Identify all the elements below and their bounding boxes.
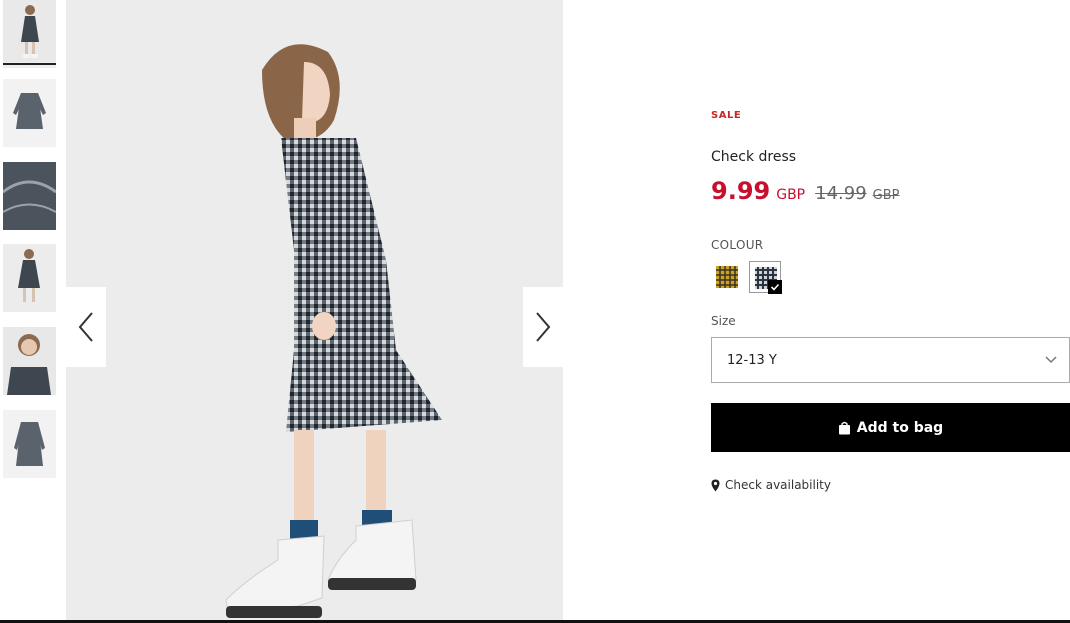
size-select[interactable]: 12-13 Y xyxy=(711,337,1070,383)
thumbnail-4[interactable] xyxy=(3,244,56,312)
previous-image-button[interactable] xyxy=(66,287,106,367)
check-availability-link[interactable]: Check availability xyxy=(711,478,831,492)
sale-badge: SALE xyxy=(711,110,742,121)
main-product-image xyxy=(66,0,563,623)
chevron-down-icon xyxy=(1045,356,1057,364)
size-selected-value: 12-13 Y xyxy=(727,353,777,368)
colour-swatch-yellow-check[interactable] xyxy=(711,261,743,293)
check-availability-label: Check availability xyxy=(725,478,831,492)
selected-checkmark xyxy=(768,280,782,294)
next-image-button[interactable] xyxy=(523,287,563,367)
original-price: 14.99 xyxy=(815,183,867,204)
chevron-right-icon xyxy=(536,312,551,342)
current-price: 9.99 xyxy=(711,177,771,205)
thumbnail-gallery xyxy=(0,0,60,623)
add-to-bag-button[interactable]: Add to bag xyxy=(711,403,1070,452)
product-title: Check dress xyxy=(711,149,797,165)
price-row: 9.99 GBP 14.99 GBP xyxy=(711,177,900,205)
yellow-check-pattern xyxy=(716,266,738,288)
thumbnail-5[interactable] xyxy=(3,327,56,395)
checkmark-icon xyxy=(770,283,780,291)
thumbnail-1[interactable] xyxy=(3,0,56,68)
colour-swatch-navy-check[interactable] xyxy=(749,261,782,294)
size-label: Size xyxy=(711,314,736,328)
thumbnail-3[interactable] xyxy=(3,162,56,230)
bag-icon xyxy=(838,421,850,434)
active-thumbnail-indicator xyxy=(3,63,56,65)
product-info-panel: SALE Check dress 9.99 GBP 14.99 GBP COLO… xyxy=(711,0,1070,623)
colour-label: COLOUR xyxy=(711,238,764,252)
add-to-bag-label: Add to bag xyxy=(856,419,944,436)
original-price-currency: GBP xyxy=(872,188,900,203)
chevron-left-icon xyxy=(78,312,93,342)
thumbnail-6[interactable] xyxy=(3,410,56,478)
thumbnail-2[interactable] xyxy=(3,79,56,147)
location-pin-icon xyxy=(711,479,720,491)
current-price-currency: GBP xyxy=(776,187,806,203)
